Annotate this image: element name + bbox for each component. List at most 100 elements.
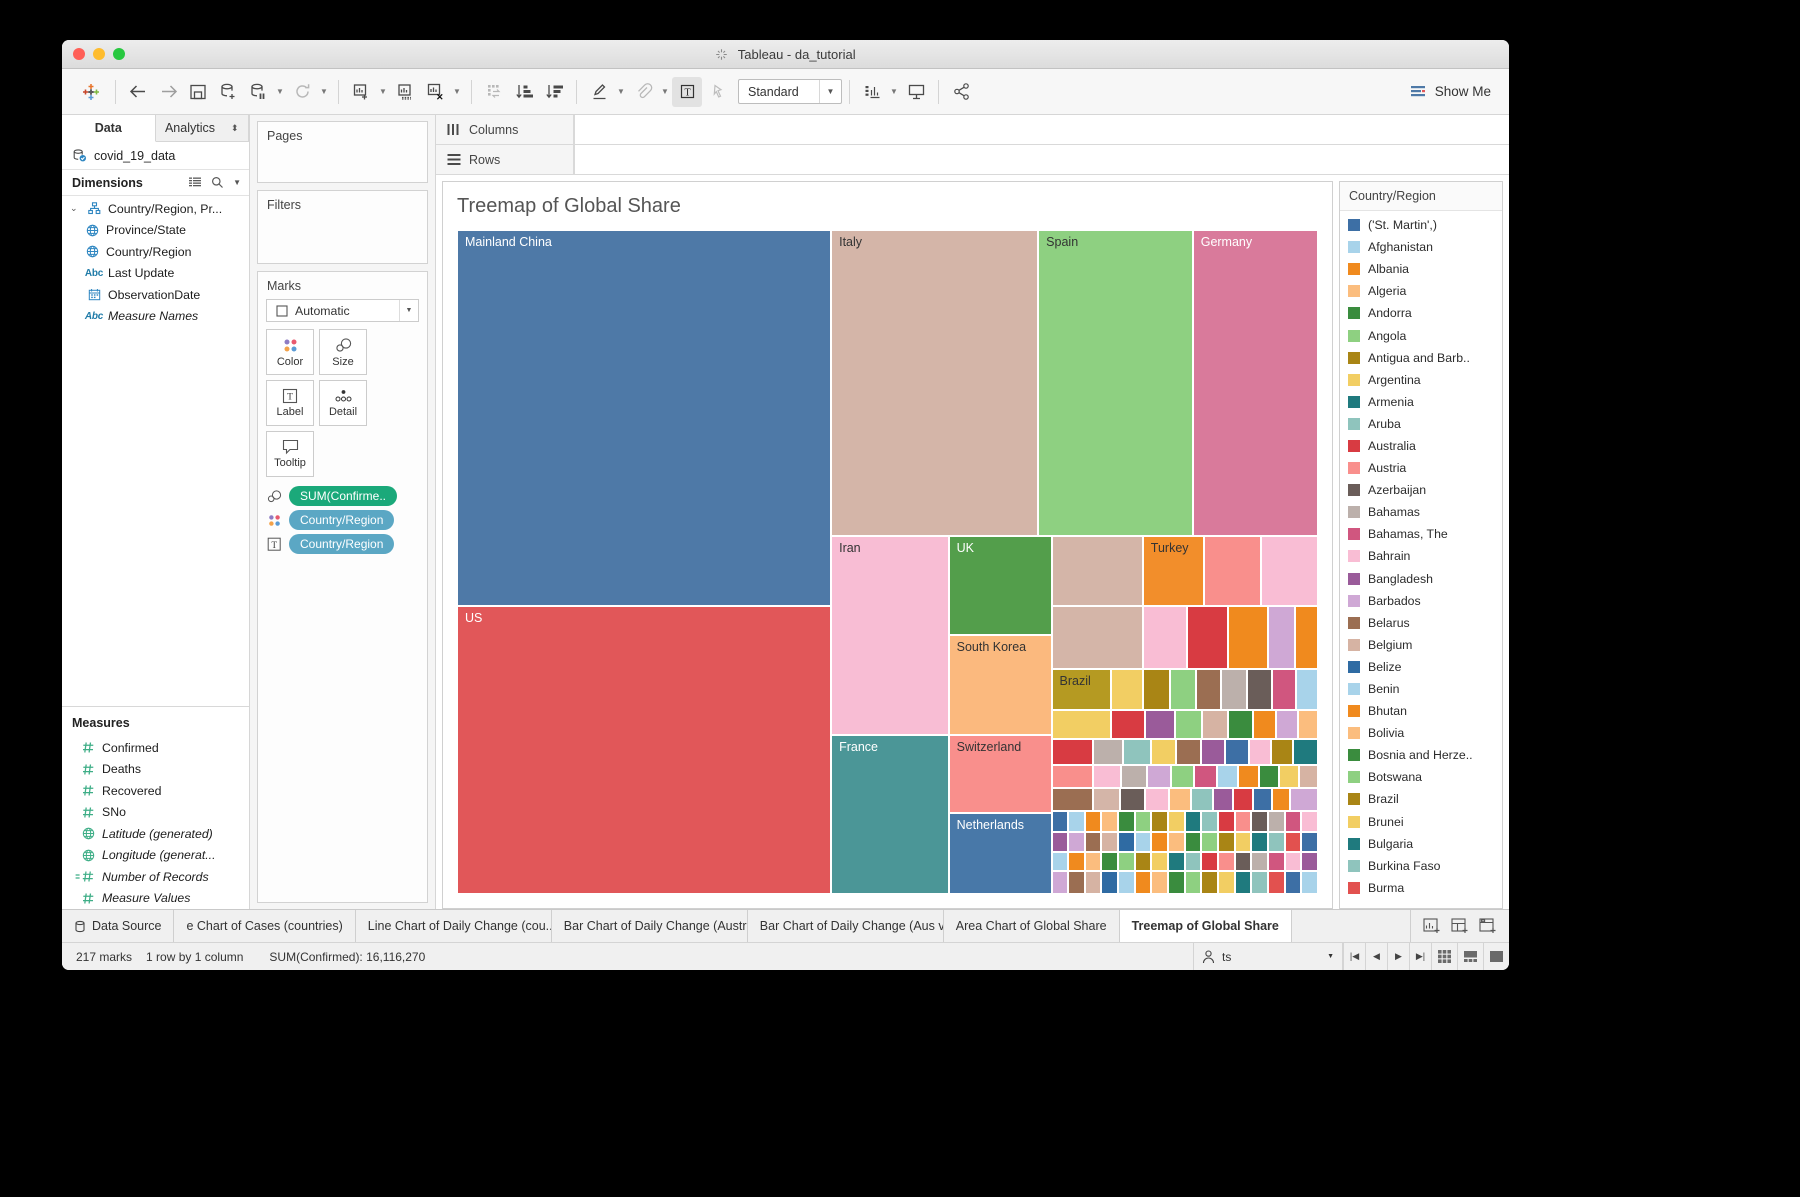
legend-item[interactable]: Bahamas, The bbox=[1340, 523, 1502, 545]
legend-item[interactable]: Albania bbox=[1340, 258, 1502, 280]
rows-drop-area[interactable] bbox=[574, 145, 1509, 174]
treemap-tile[interactable] bbox=[1142, 606, 1187, 670]
user-selector[interactable]: ts ▼ bbox=[1193, 943, 1343, 970]
treemap-tile[interactable] bbox=[1248, 738, 1272, 765]
treemap-tile[interactable]: Germany bbox=[1192, 230, 1318, 536]
pill-country-region-label[interactable]: Country/Region bbox=[289, 534, 395, 554]
columns-shelf[interactable]: Columns bbox=[436, 115, 1509, 145]
treemap-tile[interactable] bbox=[1234, 810, 1252, 832]
user-caret-icon[interactable]: ▼ bbox=[1327, 953, 1334, 960]
legend-item[interactable]: Azerbaijan bbox=[1340, 479, 1502, 501]
treemap-tile[interactable] bbox=[1252, 788, 1272, 811]
treemap-tile[interactable] bbox=[1051, 831, 1069, 852]
treemap-tile[interactable] bbox=[1184, 851, 1202, 872]
analytics-sort-icon[interactable]: ⬍ bbox=[231, 123, 239, 134]
refresh-icon[interactable] bbox=[287, 77, 317, 107]
treemap-tile[interactable] bbox=[1260, 535, 1318, 607]
treemap-chart[interactable]: Mainland China US Italy Spain Germany Iran Fra… bbox=[457, 230, 1318, 894]
legend-item[interactable]: Bhutan bbox=[1340, 700, 1502, 722]
legend-item[interactable]: Antigua and Barb.. bbox=[1340, 347, 1502, 369]
treemap-tile[interactable] bbox=[1101, 810, 1119, 832]
worksheet-tab[interactable]: Line Chart of Daily Change (cou... bbox=[356, 910, 552, 942]
marks-pill-label[interactable]: T Country/Region bbox=[258, 532, 427, 556]
treemap-tile[interactable] bbox=[1168, 851, 1185, 872]
forward-arrow-icon[interactable] bbox=[153, 77, 183, 107]
dimension-last-update[interactable]: Abc Last Update bbox=[62, 263, 249, 285]
treemap-tile[interactable]: Switzerland bbox=[948, 734, 1052, 813]
treemap-tile[interactable] bbox=[1092, 764, 1122, 789]
treemap-tile[interactable] bbox=[1233, 788, 1253, 811]
treemap-tile[interactable] bbox=[1268, 851, 1285, 872]
treemap-tile[interactable] bbox=[1203, 535, 1261, 607]
new-worksheet-caret-icon[interactable]: ▼ bbox=[376, 87, 390, 96]
view-mode-switcher[interactable] bbox=[1431, 943, 1509, 970]
treemap-tile[interactable] bbox=[1290, 788, 1318, 811]
treemap-tile[interactable]: US bbox=[457, 606, 832, 894]
sheet-view-icon[interactable] bbox=[1483, 943, 1509, 970]
treemap-tile[interactable] bbox=[1101, 851, 1119, 872]
legend-item[interactable]: Bahrain bbox=[1340, 545, 1502, 567]
legend-item[interactable]: Algeria bbox=[1340, 280, 1502, 302]
legend-item[interactable]: Bolivia bbox=[1340, 722, 1502, 744]
treemap-tile[interactable] bbox=[1201, 851, 1219, 872]
page-navigation[interactable]: |◀ ◀ ▶ ▶| bbox=[1343, 943, 1431, 970]
legend-item[interactable]: Bahamas bbox=[1340, 501, 1502, 523]
treemap-tile[interactable] bbox=[1268, 810, 1285, 832]
treemap-tile[interactable]: UK bbox=[948, 535, 1052, 636]
treemap-tile[interactable] bbox=[1092, 738, 1123, 765]
treemap-tile[interactable] bbox=[1298, 764, 1318, 789]
treemap-tile[interactable] bbox=[1234, 851, 1252, 872]
treemap-tile[interactable] bbox=[1184, 871, 1202, 894]
treemap-tile[interactable] bbox=[1134, 871, 1152, 894]
treemap-tile[interactable] bbox=[1191, 788, 1213, 811]
treemap-tile[interactable] bbox=[1252, 710, 1277, 739]
sort-ascending-icon[interactable] bbox=[509, 77, 539, 107]
size-button[interactable]: Size bbox=[319, 329, 367, 375]
legend-item[interactable]: Burkina Faso bbox=[1340, 855, 1502, 877]
treemap-tile[interactable] bbox=[1267, 606, 1296, 670]
label-button[interactable]: T Label bbox=[266, 380, 314, 426]
new-dashboard-tab-icon[interactable] bbox=[1451, 918, 1469, 934]
treemap-tile[interactable] bbox=[1268, 831, 1285, 852]
pages-shelf[interactable]: Pages bbox=[257, 121, 428, 183]
treemap-tile[interactable] bbox=[1271, 669, 1297, 711]
treemap-tile[interactable]: South Korea bbox=[948, 635, 1052, 735]
treemap-tile[interactable]: Netherlands bbox=[948, 812, 1052, 894]
worksheet-tab[interactable]: Area Chart of Global Share bbox=[944, 910, 1120, 942]
legend-item[interactable]: Belize bbox=[1340, 656, 1502, 678]
pill-country-region-color[interactable]: Country/Region bbox=[289, 510, 395, 530]
filters-shelf[interactable]: Filters bbox=[257, 190, 428, 264]
color-button[interactable]: Color bbox=[266, 329, 314, 375]
treemap-tile[interactable] bbox=[1068, 831, 1085, 852]
treemap-tile[interactable] bbox=[1151, 810, 1169, 832]
treemap-tile[interactable] bbox=[1168, 871, 1185, 894]
back-arrow-icon[interactable] bbox=[123, 77, 153, 107]
treemap-tile[interactable] bbox=[1084, 810, 1102, 832]
treemap-tile[interactable] bbox=[1101, 871, 1119, 894]
close-window-button[interactable] bbox=[73, 48, 85, 60]
treemap-tile[interactable] bbox=[1276, 710, 1298, 739]
legend-item[interactable]: Belarus bbox=[1340, 612, 1502, 634]
nav-next-icon[interactable]: ▶ bbox=[1387, 943, 1409, 970]
treemap-tile[interactable] bbox=[1051, 606, 1143, 670]
fix-axes-icon[interactable] bbox=[702, 77, 732, 107]
worksheet-tab[interactable]: e Chart of Cases (countries) bbox=[174, 910, 356, 942]
treemap-tile[interactable] bbox=[1174, 710, 1203, 739]
attachment-caret-icon[interactable]: ▼ bbox=[658, 87, 672, 96]
treemap-tile[interactable] bbox=[1251, 851, 1269, 872]
treemap-tile[interactable] bbox=[1251, 810, 1269, 832]
treemap-tile[interactable]: France bbox=[831, 734, 949, 894]
worksheet-tab[interactable]: Data Source bbox=[62, 910, 175, 942]
treemap-tile[interactable] bbox=[1212, 788, 1234, 811]
marks-pill-size[interactable]: SUM(Confirme.. bbox=[258, 484, 427, 508]
legend-item[interactable]: Bulgaria bbox=[1340, 833, 1502, 855]
treemap-tile[interactable]: Iran bbox=[831, 535, 949, 735]
data-source-item[interactable]: covid_19_data bbox=[62, 142, 249, 170]
treemap-tile[interactable] bbox=[1051, 764, 1093, 789]
treemap-tile[interactable] bbox=[1292, 738, 1318, 765]
legend-item[interactable]: Burma bbox=[1340, 877, 1502, 899]
dimension-hierarchy[interactable]: ⌄ Country/Region, Pr... bbox=[62, 198, 249, 220]
presentation-mode-icon[interactable] bbox=[901, 77, 931, 107]
measure-measure-values[interactable]: Measure Values bbox=[62, 888, 249, 910]
legend-item[interactable]: Andorra bbox=[1340, 302, 1502, 324]
